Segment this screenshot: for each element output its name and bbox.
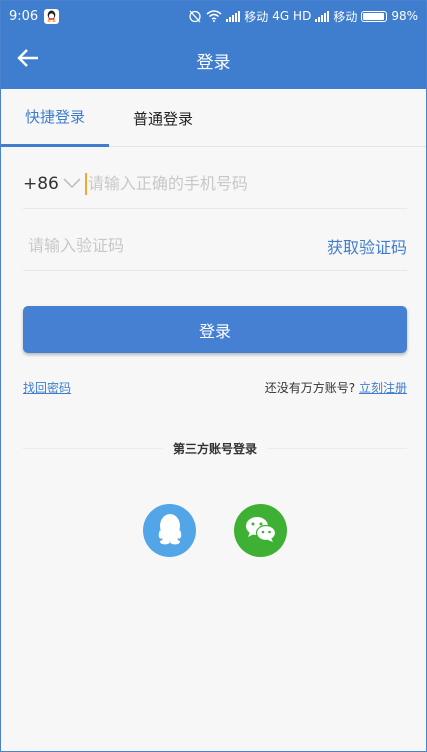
- tab-quick-login[interactable]: 快捷登录: [1, 89, 109, 147]
- wechat-login-button[interactable]: [234, 504, 287, 557]
- chevron-down-icon[interactable]: [63, 174, 81, 193]
- wechat-icon: [245, 515, 277, 547]
- carrier-label-2: 移动: [333, 9, 358, 24]
- third-party-label: 第三方账号登录: [173, 441, 258, 456]
- no-account-text: 还没有万方账号?: [264, 380, 356, 395]
- text-cursor: [84, 172, 87, 195]
- battery-icon: [361, 10, 388, 22]
- register-link[interactable]: 立刻注册: [359, 381, 407, 395]
- phone-input[interactable]: [87, 174, 407, 193]
- qq-notification-icon: [44, 8, 60, 24]
- third-party-divider: 第三方账号登录: [23, 438, 408, 458]
- arrow-left-icon: [17, 48, 39, 72]
- battery-percent: 98%: [391, 9, 418, 23]
- code-row: 获取验证码: [23, 221, 407, 271]
- app-bar: 登录: [1, 31, 426, 89]
- page-title: 登录: [196, 52, 231, 73]
- status-bar-left: 9:06: [9, 8, 60, 24]
- qq-login-button[interactable]: [143, 504, 196, 557]
- back-button[interactable]: [13, 45, 43, 75]
- divider-line: [267, 447, 408, 449]
- qq-icon: [155, 513, 185, 549]
- register-prompt: 还没有万方账号? 立刻注册: [265, 379, 407, 396]
- network-type: 4G HD: [272, 9, 312, 23]
- login-tabs: 快捷登录 普通登录: [1, 89, 426, 147]
- status-time: 9:06: [9, 8, 39, 24]
- login-button[interactable]: 登录: [23, 306, 407, 353]
- signal-icon: [315, 10, 330, 22]
- divider-line: [23, 447, 163, 449]
- links-row: 找回密码 还没有万方账号? 立刻注册: [23, 378, 407, 396]
- status-bar-right: 移动 4G HD 移动 98%: [188, 8, 418, 25]
- carrier-label-1: 移动: [244, 9, 269, 24]
- verification-code-input[interactable]: [23, 236, 327, 255]
- status-bar: 9:06 移动 4G HD 移动 98%: [1, 1, 426, 31]
- phone-row: +86: [23, 159, 407, 209]
- get-code-button[interactable]: 获取验证码: [327, 234, 407, 258]
- alarm-off-icon: [188, 9, 202, 23]
- tab-normal-login[interactable]: 普通登录: [109, 89, 217, 147]
- wifi-icon: [206, 10, 222, 22]
- country-code[interactable]: +86: [23, 174, 59, 194]
- signal-icon: [226, 10, 241, 22]
- forgot-password-link[interactable]: 找回密码: [23, 379, 71, 396]
